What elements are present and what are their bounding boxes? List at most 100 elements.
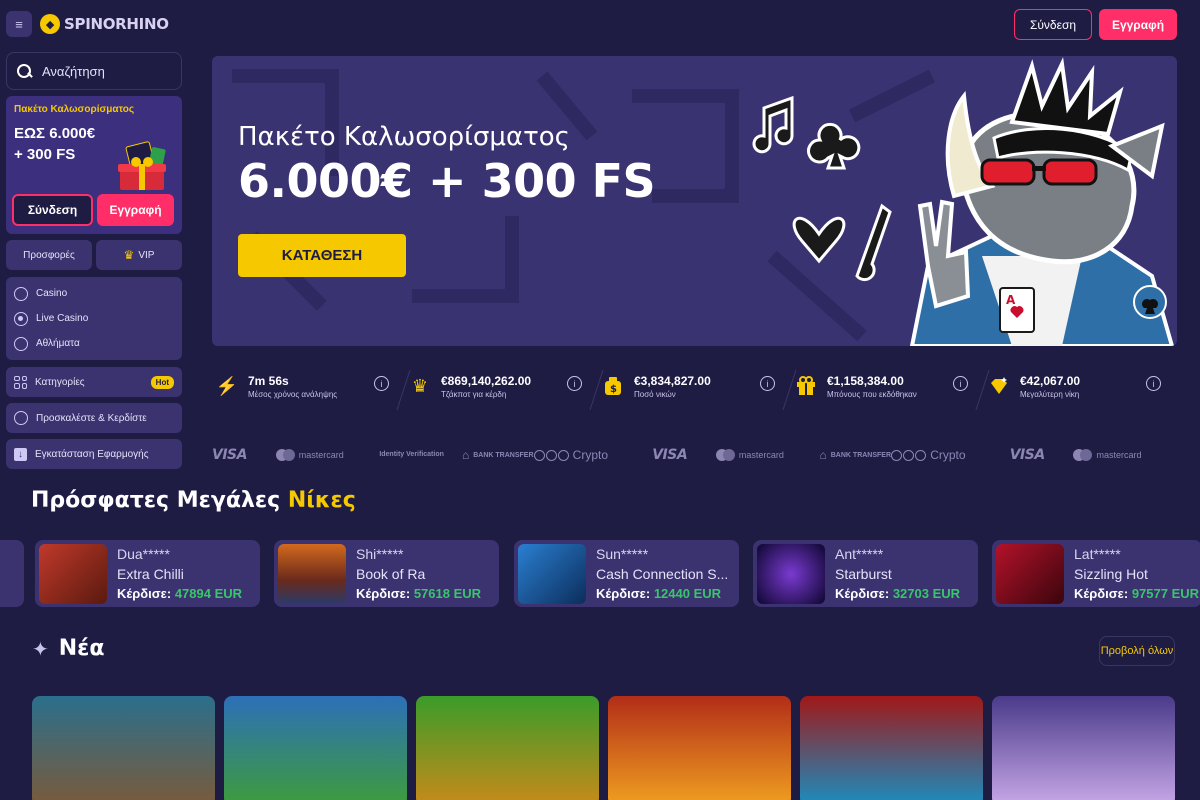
info-icon[interactable]: i — [1146, 376, 1161, 391]
diamond-icon — [988, 375, 1010, 397]
menu-collapse-icon[interactable]: ≡ — [6, 11, 32, 37]
stat-value: 7m 56s — [248, 373, 289, 388]
game-tile-gems[interactable] — [800, 696, 983, 800]
live-casino-icon — [14, 311, 28, 326]
sidebar-login-button[interactable]: Σύνδεση — [12, 194, 93, 226]
sidebar-promo-banner[interactable]: Πακέτο Καλωσορίσματος ΕΩΣ 6.000€ + 300 F… — [6, 96, 182, 234]
new-games-grid — [32, 696, 1200, 800]
game-thumbnail — [757, 543, 825, 604]
mastercard-label: mastercard — [298, 450, 344, 460]
stat-value: €3,834,827.00 — [634, 373, 711, 388]
won-label: Κέρδισε: — [596, 586, 651, 601]
stat-value: €1,158,384.00 — [827, 373, 904, 388]
bank-transfer-logo: ⌂ BANK TRANSFER — [820, 449, 892, 461]
win-value: 47894 EUR — [174, 586, 243, 601]
win-card[interactable]: Shi***** Book of Ra Κέρδισε: 57618 EUR — [274, 540, 499, 607]
hot-badge: Hot — [150, 375, 174, 389]
logo-text: SPINORHINO — [64, 15, 169, 33]
win-amount: Κέρδισε: 57618 EUR — [356, 586, 481, 601]
game-thumbnail — [39, 543, 107, 604]
promo-title: Πακέτο Καλωσορίσματος — [14, 104, 135, 115]
vip-button[interactable]: ♛ VIP — [96, 240, 182, 270]
rhino-logo-icon: ◆ — [40, 14, 60, 34]
hero-title: 6.000€ + 300 FS — [238, 154, 656, 208]
deposit-button[interactable]: ΚΑΤΑΘΕΣΗ — [238, 234, 406, 277]
sidebar-item-install-app[interactable]: ↓ Εγκατάσταση Εφαρμογής — [6, 439, 182, 469]
info-icon[interactable]: i — [760, 376, 775, 391]
info-icon[interactable]: i — [953, 376, 968, 391]
win-card[interactable]: Ant***** Starburst Κέρδισε: 32703 EUR — [753, 540, 978, 607]
sidebar-item-label: Αθλήματα — [36, 338, 80, 349]
info-icon[interactable]: i — [374, 376, 389, 391]
mastercard-label: mastercard — [738, 450, 784, 460]
crypto-label: Crypto — [572, 448, 609, 462]
identity-verification-logo: Identity Verification — [379, 451, 462, 459]
sidebar-item-casino[interactable]: Casino — [6, 281, 182, 306]
game-name: Starburst — [835, 566, 892, 582]
winner-name: Lat***** — [1074, 546, 1121, 562]
recent-wins-title-highlight: Νίκες — [287, 488, 356, 513]
win-card[interactable]: Dua***** Extra Chilli Κέρδισε: 47894 EUR — [35, 540, 260, 607]
header-login-button[interactable]: Σύνδεση — [1014, 9, 1092, 40]
stat-bonuses: €1,158,384.00 Μπόνους που εκδόθηκαν i — [791, 364, 984, 408]
recent-wins-carousel: Dua***** Extra Chilli Κέρδισε: 47894 EUR… — [0, 540, 1200, 607]
game-thumbnail — [996, 543, 1064, 604]
view-all-button[interactable]: Προβολή όλων — [1099, 636, 1175, 666]
game-tile-robot[interactable] — [32, 696, 215, 800]
game-tile-egypt[interactable] — [608, 696, 791, 800]
mastercard-label: mastercard — [1096, 450, 1142, 460]
sidebar-item-live-casino[interactable]: Live Casino — [6, 306, 182, 331]
sparkle-icon: ✦ — [32, 636, 49, 661]
promotions-button[interactable]: Προσφορές — [6, 240, 92, 270]
crown-icon: ♛ — [123, 248, 135, 262]
bank-transfer-label: BANK TRANSFER — [830, 451, 892, 459]
crown-icon: ♛ — [411, 375, 429, 396]
sidebar-item-label: Casino — [36, 288, 68, 299]
game-name: Book of Ra — [356, 566, 426, 582]
sidebar-item-label: Προσκαλέστε & Κερδίστε — [36, 412, 147, 424]
hero-banner[interactable]: Πακέτο Καλωσορίσματος 6.000€ + 300 FS ΚΑ… — [212, 56, 1177, 346]
game-tile-leprechaun-coins[interactable] — [416, 696, 599, 800]
sidebar-register-button[interactable]: Εγγραφή — [97, 194, 174, 226]
sidebar-item-invite[interactable]: Προσκαλέστε & Κερδίστε — [6, 403, 182, 433]
gift-icon — [795, 375, 817, 397]
stat-label: Μεγαλύτερη νίκη — [1020, 389, 1080, 399]
bank-transfer-logo: ⌂ BANK TRANSFER — [462, 449, 534, 461]
win-card[interactable]: Lat***** Sizzling Hot Κέρδισε: 97577 EUR — [992, 540, 1200, 607]
info-icon[interactable]: i — [567, 376, 582, 391]
stat-label: Μπόνους που εκδόθηκαν — [827, 389, 917, 399]
logo[interactable]: ◆ SPINORHINO — [40, 14, 169, 34]
game-thumbnail — [278, 543, 346, 604]
game-name: Extra Chilli — [117, 566, 184, 582]
win-value: 57618 EUR — [413, 586, 482, 601]
search-input[interactable]: Αναζήτηση — [6, 52, 182, 90]
stat-value: €42,067.00 — [1020, 373, 1081, 388]
win-amount: Κέρδισε: 97577 EUR — [1074, 586, 1199, 601]
sidebar-item-sports[interactable]: Αθλήματα — [6, 331, 182, 356]
header-register-button[interactable]: Εγγραφή — [1099, 9, 1177, 40]
payment-methods-strip: VISA mastercard Identity Verification ⌂ B… — [212, 442, 1177, 468]
sidebar-nav: Casino Live Casino Αθλήματα — [6, 277, 182, 360]
rhino-mascot-image: A — [752, 57, 1175, 346]
money-bag-icon: $ — [602, 375, 624, 397]
svg-text:$: $ — [610, 384, 617, 395]
game-tile-anime[interactable] — [992, 696, 1175, 800]
winner-name: Shi***** — [356, 546, 404, 562]
sports-icon — [14, 336, 28, 351]
smile-icon — [14, 411, 28, 425]
won-label: Κέρδισε: — [117, 586, 172, 601]
game-tile-leprechaun-1000[interactable] — [224, 696, 407, 800]
won-label: Κέρδισε: — [356, 586, 411, 601]
game-thumbnail — [518, 543, 586, 604]
bank-transfer-label: BANK TRANSFER — [473, 451, 534, 459]
stat-biggest-win: €42,067.00 Μεγαλύτερη νίκη i — [984, 364, 1177, 408]
hero-subtitle: Πακέτο Καλωσορίσματος — [238, 122, 570, 152]
sidebar-item-label: Εγκατάσταση Εφαρμογής — [35, 448, 149, 460]
won-label: Κέρδισε: — [1074, 586, 1129, 601]
search-placeholder: Αναζήτηση — [42, 63, 105, 79]
sidebar-item-categories[interactable]: Κατηγορίες Hot — [6, 367, 182, 397]
win-card[interactable]: Sun***** Cash Connection S... Κέρδισε: 1… — [514, 540, 739, 607]
winner-name: Dua***** — [117, 546, 170, 562]
win-card-partial[interactable] — [0, 540, 24, 607]
sidebar-item-label: Κατηγορίες — [35, 376, 85, 388]
